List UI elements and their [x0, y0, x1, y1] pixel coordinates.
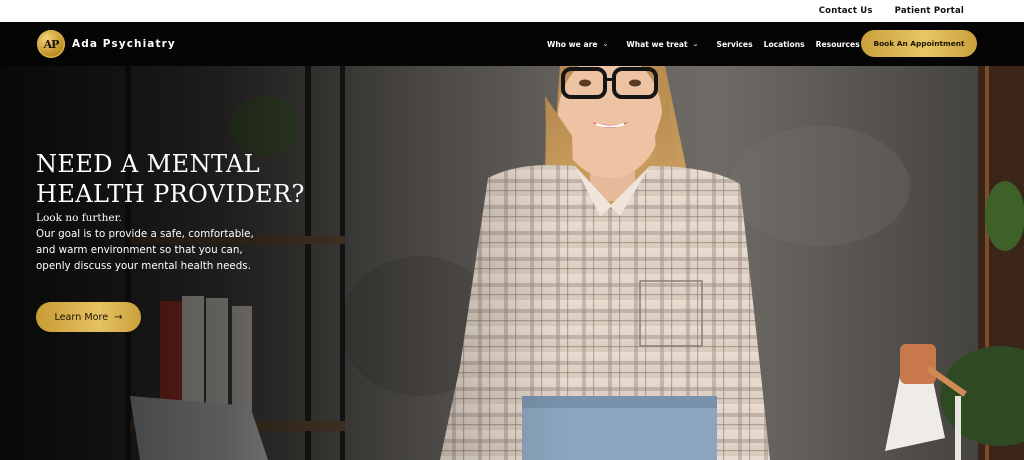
nav-links: Who we are ⌄ What we treat ⌄ Services Lo…: [547, 22, 871, 66]
hero-title: NEED A MENTAL HEALTH PROVIDER?: [36, 149, 356, 209]
nav-label: Services: [716, 39, 753, 49]
nav-label: What we treat: [626, 39, 688, 49]
hero-body-line: openly discuss your mental health needs.: [36, 259, 251, 272]
hero-title-line2: HEALTH PROVIDER?: [36, 180, 305, 208]
hero-section: NEED A MENTAL HEALTH PROVIDER? Look no f…: [0, 66, 1024, 460]
arrow-right-icon: →: [114, 311, 123, 323]
utility-bar: Contact Us Patient Portal: [0, 0, 1024, 22]
learn-more-button[interactable]: Learn More →: [36, 302, 141, 332]
hero-body-line: and warm environment so that you can,: [36, 243, 243, 256]
logo-initials: AP: [43, 37, 60, 51]
book-appointment-button[interactable]: Book An Appointment: [861, 30, 977, 57]
nav-label: Resources: [815, 39, 860, 49]
hero-lead: Look no further.: [36, 212, 122, 224]
hero-description: Our goal is to provide a safe, comfortab…: [36, 227, 286, 274]
learn-more-label: Learn More: [54, 311, 109, 323]
nav-services[interactable]: Services: [717, 40, 753, 49]
chevron-down-icon: ⌄: [602, 40, 609, 48]
patient-portal-link[interactable]: Patient Portal: [895, 6, 964, 16]
nav-what-we-treat[interactable]: What we treat ⌄: [626, 40, 698, 49]
contact-us-link[interactable]: Contact Us: [819, 6, 873, 16]
nav-who-we-are[interactable]: Who we are ⌄: [547, 40, 608, 49]
brand-name: Ada Psychiatry: [72, 38, 176, 50]
chevron-down-icon: ⌄: [692, 40, 699, 48]
site-logo[interactable]: AP Ada Psychiatry: [37, 30, 176, 58]
nav-label: Who we are: [547, 39, 598, 49]
logo-badge-icon: AP: [37, 30, 65, 58]
main-navigation: AP Ada Psychiatry Who we are ⌄ What we t…: [0, 22, 1024, 66]
hero-title-line1: NEED A MENTAL: [36, 150, 261, 178]
hero-body-line: Our goal is to provide a safe, comfortab…: [36, 228, 254, 240]
nav-label: Locations: [763, 39, 805, 49]
nav-locations[interactable]: Locations: [764, 40, 805, 49]
